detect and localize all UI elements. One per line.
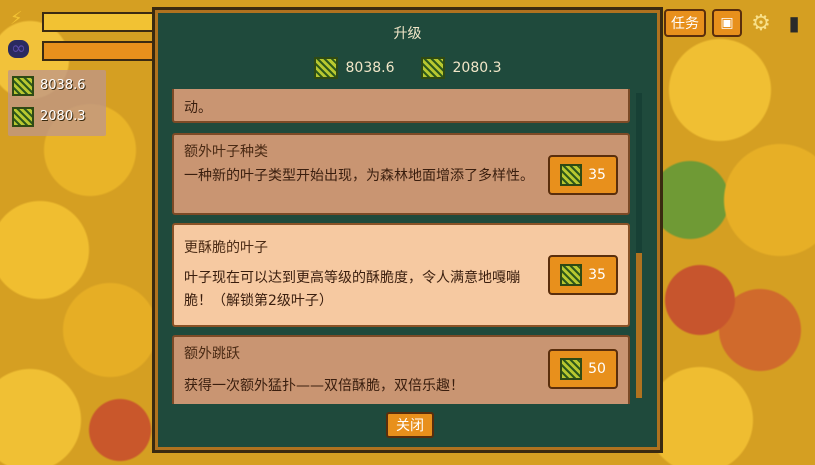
buy-button[interactable]: 35: [548, 155, 618, 195]
resource-row: 8038.6: [8, 70, 106, 101]
upgrade-card: 动。: [172, 89, 630, 123]
chest-icon: ▣: [720, 15, 734, 31]
buy-button[interactable]: 50: [548, 349, 618, 389]
upgrade-card: 额外叶子种类 一种新的叶子类型开始出现，为森林地面增添了多样性。 35: [172, 133, 630, 215]
modal-title: 升级: [393, 26, 422, 42]
upgrade-card: 额外跳跃 获得一次额外猛扑——双倍酥脆，双倍乐趣！ 50: [172, 335, 630, 404]
lightning-icon: ⚡: [10, 8, 23, 29]
settings-button[interactable]: ⚙: [746, 9, 776, 37]
modal-resource-1: 8038.6: [345, 60, 395, 76]
cost-label: 35: [588, 267, 606, 283]
cost-label: 50: [588, 361, 606, 377]
modal-resources: 8038.6 2080.3: [158, 57, 657, 79]
upgrade-title: 额外叶子种类: [184, 144, 268, 160]
mana-bar-fill: [44, 43, 154, 59]
leaf-icon: [12, 75, 34, 96]
golden-leaf-icon: [560, 264, 583, 286]
mana-bar: [42, 41, 156, 61]
upgrade-desc: 一种新的叶子类型开始出现，为森林地面增添了多样性。: [184, 168, 534, 184]
infinity-icon: ∞: [8, 40, 29, 58]
task-button-label: 任务: [671, 16, 699, 32]
scrollbar-thumb[interactable]: [636, 253, 642, 398]
task-button[interactable]: 任务: [664, 9, 706, 37]
upgrade-card-highlighted: 更酥脆的叶子 叶子现在可以达到更高等级的酥脆度，令人满意地嘎嘣脆！（解锁第2级叶…: [172, 223, 630, 327]
cost-label: 35: [588, 167, 606, 183]
resource-panel: 8038.6 2080.3: [8, 70, 106, 136]
gear-icon: ⚙: [751, 10, 771, 36]
upgrade-title: 额外跳跃: [184, 346, 240, 362]
golden-leaf-icon: [12, 106, 34, 127]
golden-leaf-icon: [420, 57, 445, 79]
exit-button[interactable]: ▮: [780, 9, 808, 37]
door-icon: ▮: [788, 11, 800, 35]
resource-value-2: 2080.3: [40, 109, 86, 124]
leaf-icon: [560, 164, 583, 186]
modal-resource-2: 2080.3: [452, 60, 502, 76]
upgrade-modal: 升级 8038.6 2080.3 动。 额外叶子种类 一种新的叶子类型开始出现，…: [155, 10, 660, 450]
buy-button[interactable]: 35: [548, 255, 618, 295]
resource-row: 2080.3: [8, 101, 106, 132]
upgrade-list[interactable]: 动。 额外叶子种类 一种新的叶子类型开始出现，为森林地面增添了多样性。 35 更…: [172, 89, 632, 404]
upgrade-desc: 动。: [184, 100, 212, 116]
upgrade-desc: 叶子现在可以达到更高等级的酥脆度，令人满意地嘎嘣脆！（解锁第2级叶子）: [184, 270, 520, 309]
resource-value-1: 8038.6: [40, 78, 86, 93]
leaf-icon: [313, 57, 338, 79]
leaf-icon: [560, 358, 583, 380]
close-button-label: 关闭: [396, 418, 424, 434]
close-button[interactable]: 关闭: [386, 412, 434, 438]
energy-bar-fill: [44, 14, 154, 30]
upgrade-title: 更酥脆的叶子: [184, 240, 268, 256]
chest-button[interactable]: ▣: [712, 9, 742, 37]
upgrade-desc: 获得一次额外猛扑——双倍酥脆，双倍乐趣！: [184, 378, 464, 394]
energy-bar: [42, 12, 156, 32]
